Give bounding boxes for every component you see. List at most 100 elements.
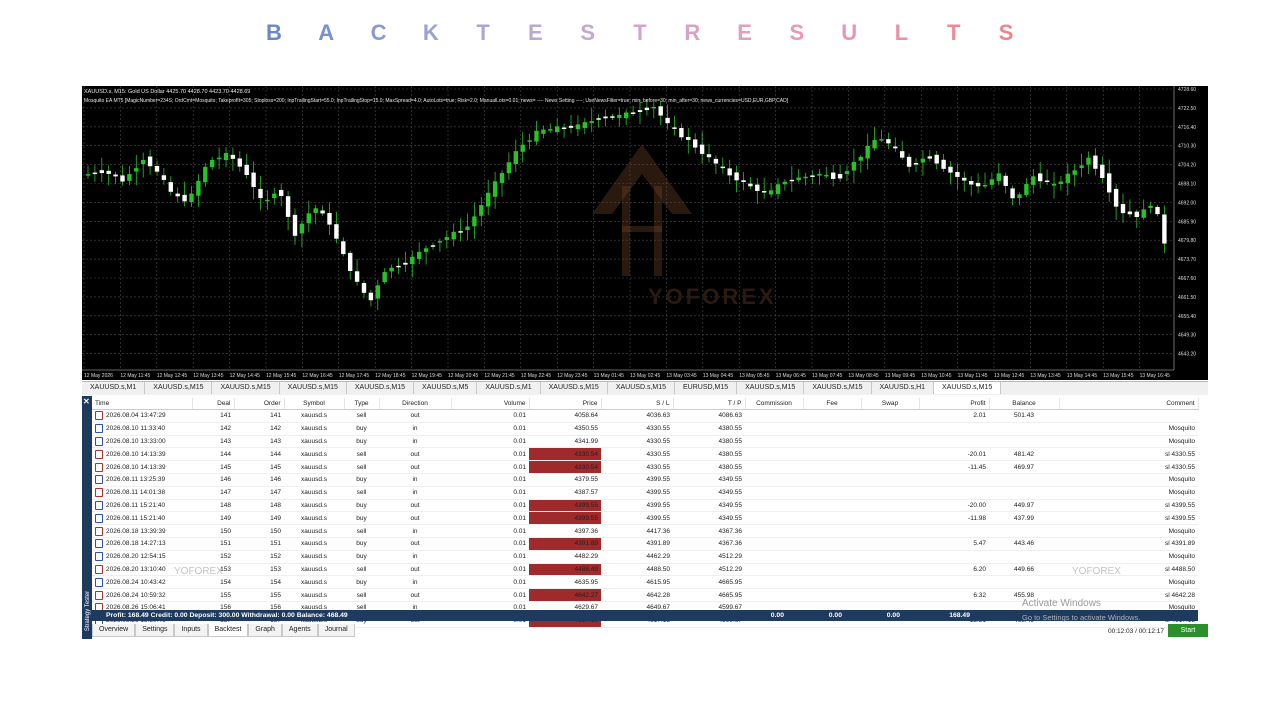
table-row[interactable]: 2026.08.20 12:54:15 152 152 xauusd.s buy in 0.… [92,550,1198,564]
candle-body [555,126,560,132]
table-cell [803,435,861,449]
tester-tab[interactable]: Backtest [207,624,249,637]
candle-body [1155,206,1160,215]
table-cell [989,435,1059,449]
candle-body [189,193,194,202]
chart-tab[interactable]: XAUUSD.s,M15 [737,382,805,394]
price-label: 4667.60 [1178,276,1196,282]
table-row[interactable]: 2026.08.18 13:39:39 150 150 xauusd.s sell in 0… [92,524,1198,538]
tester-tab[interactable]: Overview [92,624,136,637]
column-header[interactable]: S / L [601,398,674,410]
table-cell [919,435,989,449]
deal-icon [95,552,103,562]
column-header[interactable]: Price [529,398,602,410]
column-header[interactable]: Commission [745,398,804,410]
chart-tab[interactable]: XAUUSD.s,H1 [872,382,935,394]
table-row[interactable]: 2026.08.10 13:33:00 143 143 xauusd.s buy in 0.… [92,435,1198,449]
candle-body [755,184,760,191]
tester-tab[interactable]: Graph [248,624,282,637]
table-cell: 145 [234,460,284,474]
tester-tab[interactable]: Settings [135,624,175,637]
banner-letter: L [894,20,909,45]
table-row[interactable]: 2026.08.10 14:13:39 145 145 xauusd.s sell out… [92,460,1198,474]
deal-icon [95,564,103,574]
table-row[interactable]: 2026.08.24 10:43:42 154 154 xauusd.s buy in 0.… [92,575,1198,590]
table-cell: xauusd.s [284,524,344,538]
column-header[interactable]: Comment [1059,398,1199,410]
chart-tab[interactable]: XAUUSD.s,M15 [212,382,280,394]
table-row[interactable]: 2026.08.20 13:10:40 153 153 xauusd.s sell out… [92,563,1198,577]
candle-body [996,173,1001,182]
chart-tab[interactable]: XAUUSD.s,M15 [608,382,676,394]
column-header[interactable]: Order [234,398,285,410]
candle-body [389,267,394,272]
candle-body [368,292,374,301]
table-cell: 4399.55 [601,473,673,487]
table-cell [989,550,1059,564]
column-header[interactable]: Swap [861,398,920,410]
candle-body [1113,188,1119,207]
column-header[interactable]: Type [344,398,380,410]
table-row[interactable]: 2026.08.11 14:01:38 147 147 xauusd.s sell in 0… [92,486,1198,500]
table-cell: 4399.55 [601,511,673,526]
chart-tab[interactable]: XAUUSD.s,M15 [804,382,872,394]
table-cell [861,575,919,590]
table-cell: 4512.29 [673,550,745,564]
candle-body [120,175,125,182]
table-cell: 4642.28 [601,588,673,602]
time-label: 12 May 15:45 [266,373,297,379]
chart-tab[interactable]: XAUUSD.s,M1 [82,382,146,394]
chart-tab[interactable]: XAUUSD.s,M15 [541,382,608,394]
tester-tab[interactable]: Inputs [174,624,208,637]
chart-tab[interactable]: XAUUSD.s,M5 [414,382,478,394]
table-row[interactable]: 2026.08.10 11:33:40 142 142 xauusd.s buy in 0.… [92,422,1198,436]
table-cell: xauusd.s [284,499,344,513]
chart-tab[interactable]: EURUSD,M15 [675,382,738,394]
start-button[interactable]: Start [1168,624,1208,637]
column-header[interactable]: Direction [379,398,452,410]
activate-windows-title: Activate Windows [1022,598,1101,609]
table-row[interactable]: 2026.08.10 14:13:39 144 144 xauusd.s sell out… [92,447,1198,462]
column-header[interactable]: Fee [803,398,862,410]
table-cell: sell [344,563,379,577]
table-row[interactable]: 2026.08.11 13:25:39 146 146 xauusd.s buy in 0.… [92,473,1198,487]
chart-tab[interactable]: XAUUSD.s,M15 [145,382,213,394]
candle-body [306,213,311,224]
column-header[interactable]: T / P [673,398,746,410]
table-cell [861,422,919,436]
chart-tab[interactable]: XAUUSD.s,M15 [347,382,415,394]
table-row[interactable]: 2026.08.11 15:21:40 148 148 xauusd.s buy out 0… [92,499,1198,513]
column-header[interactable]: Symbol [284,398,345,410]
chart-tab[interactable]: XAUUSD.s,M1 [477,382,541,394]
table-cell: Mosquito [1059,550,1198,564]
column-header[interactable]: Deal [192,398,235,410]
table-cell [861,409,919,423]
table-row[interactable]: 2026.08.18 14:27:13 151 151 xauusd.s buy out 0… [92,537,1198,551]
price-chart[interactable]: 4728.60 4722.50 4716.40 4710.30 4704.20 4698.… [82,86,1208,380]
column-header[interactable]: Balance [989,398,1060,410]
column-header[interactable]: Volume [451,398,530,410]
table-row[interactable]: 2026.08.04 13:47:29 141 141 xauusd.s sell out… [92,409,1198,423]
table-row[interactable]: 2026.08.11 15:21:40 149 149 xauusd.s buy out 0… [92,511,1198,526]
close-icon[interactable]: ✕ [83,397,90,406]
tester-tab[interactable]: Agents [281,624,318,637]
candle-body [1003,175,1008,186]
table-cell: Mosquito [1059,486,1198,500]
table-cell: 4349.55 [673,511,745,526]
column-header[interactable]: Time [92,398,193,410]
candle-body [168,182,173,192]
banner-letter: S [580,20,596,45]
chart-tab[interactable]: XAUUSD.s,M15 [280,382,347,394]
table-cell: sell [344,588,379,602]
table-cell [919,550,989,564]
candle-body [665,117,670,124]
tester-tab[interactable]: Journal [317,624,355,637]
table-cell: Mosquito [1059,435,1198,449]
deal-time: 2026.08.10 14:13:39 [106,463,166,471]
chart-tab[interactable]: XAUUSD.s,M15 [934,382,1002,394]
candle-body [762,191,767,193]
column-header[interactable]: Profit [919,398,990,410]
candle-body [610,116,615,118]
table-cell [861,486,919,500]
table-cell: 0.01 [451,460,529,474]
